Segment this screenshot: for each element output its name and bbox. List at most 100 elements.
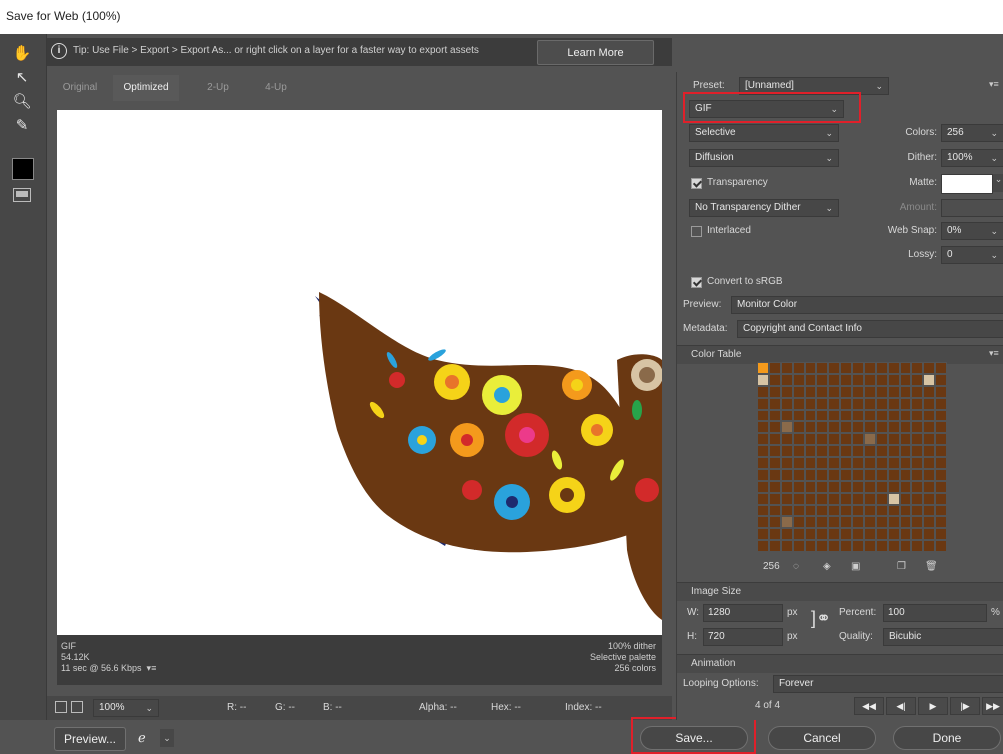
color-swatch[interactable]: [792, 385, 805, 398]
color-swatch[interactable]: [852, 528, 864, 541]
color-swatch[interactable]: [757, 540, 769, 552]
color-swatch[interactable]: [923, 457, 936, 469]
color-swatch[interactable]: [875, 528, 888, 541]
previous-frame-icon[interactable]: ◀|: [886, 697, 916, 715]
color-swatch[interactable]: [804, 492, 817, 505]
color-swatch[interactable]: [768, 492, 781, 505]
color-swatch[interactable]: [899, 397, 912, 410]
color-swatch[interactable]: [852, 516, 864, 529]
color-swatch[interactable]: [816, 373, 829, 386]
color-swatch[interactable]: [852, 492, 864, 505]
color-swatch[interactable]: [852, 362, 864, 374]
quality-select[interactable]: Bicubic: [883, 628, 1003, 646]
color-swatch[interactable]: [780, 457, 793, 469]
color-swatch[interactable]: [828, 528, 841, 541]
color-swatch[interactable]: [863, 457, 876, 469]
color-swatch[interactable]: [852, 457, 864, 469]
color-swatch[interactable]: [828, 421, 841, 434]
color-swatch[interactable]: [911, 480, 924, 493]
color-swatch[interactable]: [816, 480, 829, 493]
toggle-slices-icon[interactable]: [13, 188, 31, 202]
color-swatch[interactable]: [923, 373, 936, 386]
color-table-menu-icon[interactable]: ▾≡: [989, 348, 999, 359]
color-swatch[interactable]: [863, 373, 876, 386]
color-swatch[interactable]: [804, 362, 817, 374]
delete-color-icon[interactable]: 🗑︎: [925, 561, 938, 572]
color-swatch[interactable]: [887, 540, 900, 552]
color-swatch[interactable]: [792, 362, 805, 374]
tab-2-up[interactable]: 2-Up: [195, 75, 241, 101]
learn-more-button[interactable]: Learn More: [537, 40, 654, 65]
color-swatch[interactable]: [780, 409, 793, 422]
color-swatch[interactable]: [935, 397, 947, 410]
color-swatch[interactable]: [792, 445, 805, 457]
color-swatch[interactable]: [828, 480, 841, 493]
color-swatch[interactable]: [899, 492, 912, 505]
eyedropper-color-swatch[interactable]: [12, 158, 34, 180]
color-swatch[interactable]: [923, 445, 936, 457]
cancel-button[interactable]: Cancel: [768, 726, 876, 750]
dither-input[interactable]: 100% ⌄: [941, 149, 1003, 167]
color-swatch[interactable]: [816, 540, 829, 552]
color-swatch[interactable]: [757, 433, 769, 446]
color-swatch[interactable]: [852, 468, 864, 481]
color-swatch[interactable]: [792, 480, 805, 493]
looping-select[interactable]: Forever: [773, 675, 1003, 693]
color-swatch[interactable]: [780, 373, 793, 386]
color-swatch[interactable]: [816, 504, 829, 517]
color-swatch[interactable]: [768, 397, 781, 410]
color-swatch[interactable]: [757, 445, 769, 457]
color-swatch[interactable]: [923, 433, 936, 446]
next-frame-icon[interactable]: |▶: [950, 697, 980, 715]
color-swatch[interactable]: [935, 516, 947, 529]
color-swatch[interactable]: [863, 445, 876, 457]
height-input[interactable]: 720: [703, 628, 783, 646]
convert-srgb-checkbox[interactable]: [691, 277, 702, 288]
matte-color-swatch[interactable]: [941, 174, 993, 194]
color-swatch[interactable]: [911, 421, 924, 434]
color-swatch[interactable]: [768, 385, 781, 398]
color-swatch[interactable]: [887, 373, 900, 386]
color-swatch[interactable]: [792, 468, 805, 481]
color-swatch[interactable]: [899, 421, 912, 434]
color-swatch[interactable]: [828, 397, 841, 410]
color-swatch[interactable]: [852, 445, 864, 457]
color-swatch[interactable]: [804, 409, 817, 422]
color-swatch[interactable]: [816, 421, 829, 434]
color-swatch[interactable]: [923, 480, 936, 493]
color-swatch[interactable]: [828, 504, 841, 517]
color-swatch[interactable]: [899, 373, 912, 386]
color-swatch[interactable]: [887, 433, 900, 446]
color-swatch[interactable]: [792, 516, 805, 529]
color-swatch[interactable]: [757, 468, 769, 481]
width-input[interactable]: 1280: [703, 604, 783, 622]
color-swatch[interactable]: [863, 468, 876, 481]
color-swatch[interactable]: [911, 373, 924, 386]
color-swatch[interactable]: [828, 362, 841, 374]
color-swatch[interactable]: [757, 362, 769, 374]
color-swatch[interactable]: [899, 504, 912, 517]
color-swatch[interactable]: [780, 433, 793, 446]
color-swatch[interactable]: [875, 540, 888, 552]
color-swatch[interactable]: [792, 433, 805, 446]
color-swatch[interactable]: [911, 457, 924, 469]
color-swatch[interactable]: [768, 409, 781, 422]
color-swatch[interactable]: [840, 504, 852, 517]
color-swatch[interactable]: [757, 421, 769, 434]
color-swatch[interactable]: [840, 468, 852, 481]
color-swatch[interactable]: [863, 385, 876, 398]
color-swatch[interactable]: [899, 516, 912, 529]
color-swatch[interactable]: [852, 385, 864, 398]
color-swatch[interactable]: [804, 385, 817, 398]
browser-preview-icon[interactable]: ℯ: [138, 728, 160, 748]
color-swatch[interactable]: [899, 480, 912, 493]
color-swatch[interactable]: [840, 528, 852, 541]
color-swatch[interactable]: [804, 445, 817, 457]
color-swatch[interactable]: [828, 373, 841, 386]
color-swatch[interactable]: [887, 457, 900, 469]
color-swatch[interactable]: [935, 457, 947, 469]
color-swatch[interactable]: [804, 540, 817, 552]
color-swatch[interactable]: [780, 540, 793, 552]
color-swatch[interactable]: [875, 445, 888, 457]
info-menu-icon[interactable]: ▾≡: [144, 663, 157, 673]
